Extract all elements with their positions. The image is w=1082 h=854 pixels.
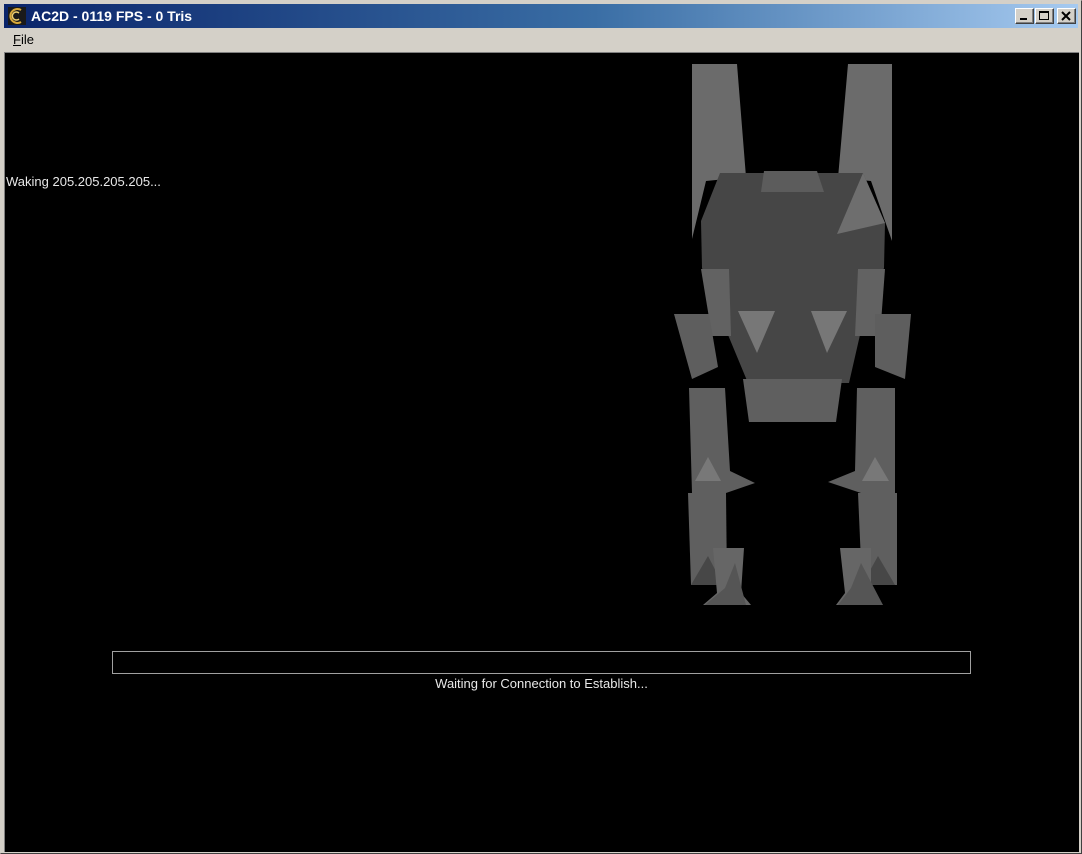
window-title: AC2D - 0119 FPS - 0 Tris	[31, 8, 193, 24]
app-window: AC2D - 0119 FPS - 0 Tris File Waking 205…	[0, 0, 1082, 854]
menu-file-hotkey: F	[13, 32, 21, 47]
character-model	[674, 64, 911, 605]
maximize-icon	[1039, 11, 1049, 20]
status-message: Waking 205.205.205.205...	[6, 174, 161, 189]
title-bar[interactable]: AC2D - 0119 FPS - 0 Tris	[4, 4, 1078, 28]
close-icon	[1061, 11, 1071, 21]
minimize-button[interactable]	[1015, 8, 1034, 24]
connection-status-label: Waiting for Connection to Establish...	[435, 676, 648, 691]
app-icon[interactable]	[8, 7, 26, 25]
connection-progress-bar	[112, 651, 971, 674]
menu-bar: File	[4, 29, 1078, 51]
maximize-button[interactable]	[1035, 8, 1054, 24]
menu-file-label: ile	[20, 32, 34, 47]
minimize-icon	[1020, 18, 1027, 20]
render-viewport[interactable]: Waking 205.205.205.205... Waiting for Co…	[4, 52, 1079, 852]
close-button[interactable]	[1057, 8, 1076, 24]
menu-file[interactable]: File	[9, 31, 38, 49]
